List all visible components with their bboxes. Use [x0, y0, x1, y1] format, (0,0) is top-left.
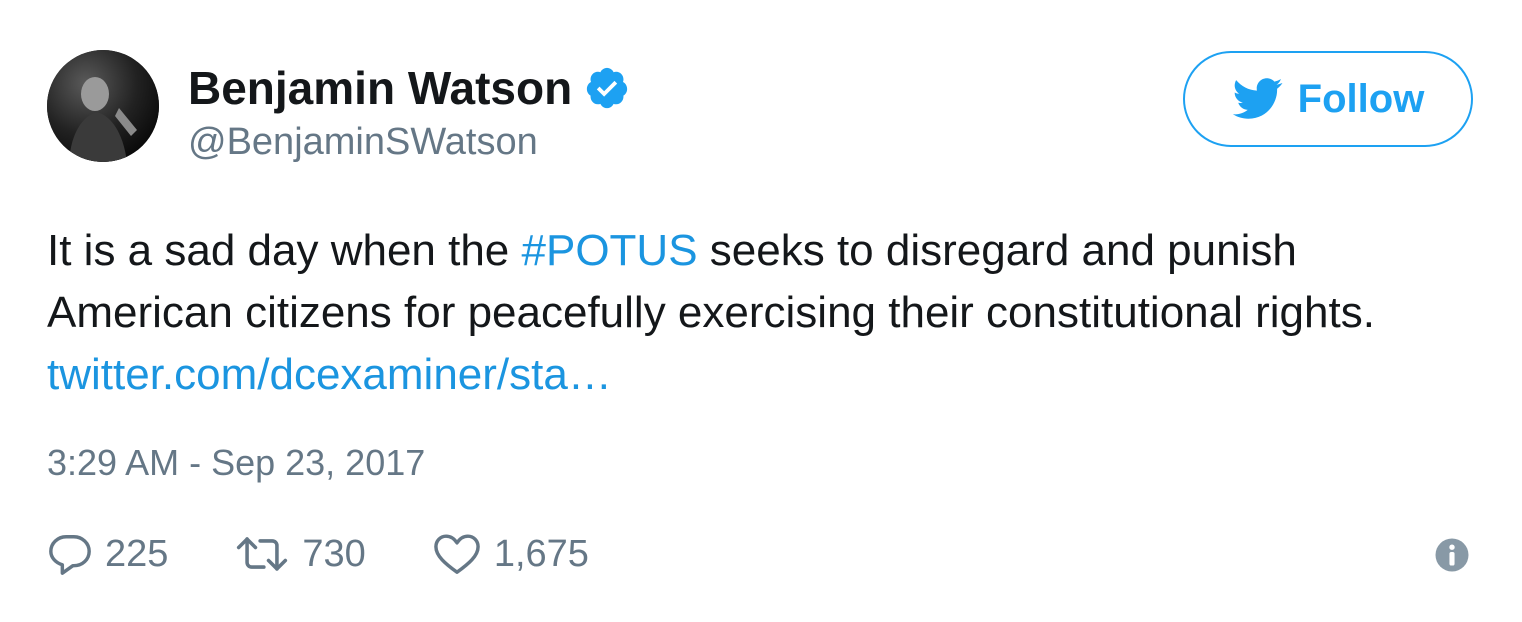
follow-label: Follow: [1297, 76, 1425, 121]
speech-bubble-icon: [49, 535, 91, 575]
like-button[interactable]: 1,675: [432, 530, 589, 578]
like-count: 1,675: [493, 533, 589, 575]
tweet-text-part1: It is a sad day when the: [47, 226, 522, 275]
author-handle[interactable]: @BenjaminSWatson: [188, 118, 538, 166]
tweet-text: It is a sad day when the #POTUS seeks to…: [47, 220, 1487, 406]
author-name-row: Benjamin Watson: [188, 60, 630, 116]
verified-badge-icon: [584, 65, 630, 111]
hashtag-link[interactable]: #POTUS: [522, 226, 698, 275]
avatar[interactable]: [47, 50, 159, 162]
reply-button[interactable]: 225: [47, 530, 168, 578]
heart-icon: [434, 534, 480, 574]
retweet-button[interactable]: 730: [234, 530, 366, 578]
tweet-timestamp[interactable]: 3:29 AM - Sep 23, 2017: [47, 440, 425, 486]
author-display-name[interactable]: Benjamin Watson: [188, 60, 572, 116]
avatar-image: [47, 50, 159, 162]
retweet-arrows-icon: [237, 537, 288, 571]
retweet-count: 730: [302, 533, 366, 575]
info-icon[interactable]: [1434, 537, 1470, 573]
reply-count: 225: [105, 533, 169, 575]
follow-button[interactable]: Follow: [1183, 51, 1473, 147]
tweet-actions: 225 730 1,675: [47, 528, 655, 580]
url-link[interactable]: twitter.com/dcexaminer/sta…: [47, 350, 612, 399]
twitter-bird-icon: [1232, 78, 1283, 119]
